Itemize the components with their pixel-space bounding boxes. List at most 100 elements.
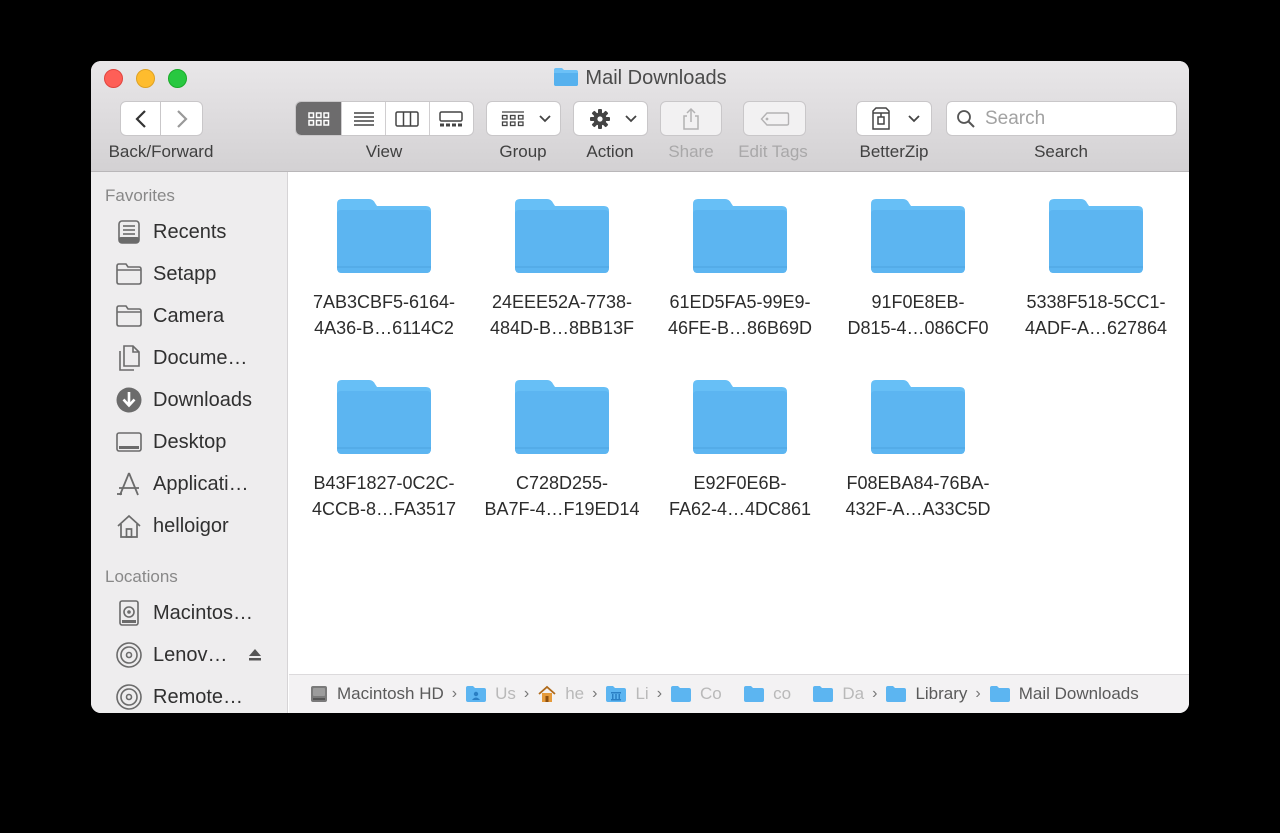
folder-name-line: 4CCB-8…FA3517 [311,499,457,519]
folder-item[interactable]: F08EBA84-76BA- 432F-A…A33C5D [829,377,1007,522]
chevron-right-icon: › [975,685,981,702]
folder-icon [871,380,965,454]
gallery-view-button[interactable] [430,102,473,135]
share-button[interactable] [660,101,722,136]
folder-icon [554,68,579,86]
folder-item[interactable]: 91F0E8EB- D815-4…086CF0 [829,196,1007,341]
chevron-right-icon: › [656,685,663,702]
path-item-co-2[interactable]: co [743,684,791,704]
path-item-label: Co [700,684,722,703]
sidebar-item-label: Setapp [153,262,217,285]
path-item-home[interactable]: he [537,684,584,704]
path-item-da[interactable]: Da [812,684,864,704]
path-item-mail-downloads[interactable]: Mail Downloads [989,684,1139,704]
downloads-icon [116,387,142,413]
eject-icon[interactable] [247,647,263,663]
path-item-label: Mail Downloads [1018,684,1139,703]
folder-name-line: 46FE-B…86B69D [667,318,813,338]
group-button[interactable] [486,101,561,136]
home-icon [117,514,141,538]
sidebar-item-documents[interactable]: Docume… [115,342,280,374]
sidebar-item-lenovo[interactable]: Lenov… [115,639,280,671]
folder-name-line: 432F-A…A33C5D [845,499,991,519]
chevron-right-icon: › [523,685,530,702]
folder-item[interactable]: 61ED5FA5-99E9- 46FE-B…86B69D [651,196,829,341]
folder-item[interactable]: 5338F518-5CC1- 4ADF-A…627864 [1007,196,1185,341]
sidebar-item-camera[interactable]: Camera [115,300,280,332]
hard-drive-icon [119,600,139,626]
sidebar-item-desktop[interactable]: Desktop [115,426,280,458]
column-view-button[interactable] [386,102,430,135]
favorites-header: Favorites [105,186,175,205]
disc-icon [116,642,142,668]
folder-name-line: 61ED5FA5-99E9- [669,292,811,312]
document-icon [119,345,140,371]
sidebar-item-remote[interactable]: Remote… [115,681,280,713]
search-field[interactable] [946,101,1177,136]
sidebar-item-applications[interactable]: Applicati… [115,468,280,500]
path-item-label: Us [495,684,516,703]
sidebar-item-macintosh-hd[interactable]: Macintos… [115,597,280,629]
folder-icon [337,380,431,454]
folder-name-line: F08EBA84-76BA- [846,473,990,493]
betterzip-label: BetterZip [859,142,929,161]
folder-item[interactable]: 7AB3CBF5-6164- 4A36-B…6114C2 [295,196,473,341]
sidebar-item-label: Docume… [153,346,248,369]
chevron-down-icon [625,114,637,122]
sidebar-item-home[interactable]: helloigor [115,510,280,542]
folder-icon [116,263,142,285]
view-segmented-control [295,101,474,136]
folder-name: C728D255- BA7F-4…F19ED14 [473,470,651,522]
folder-name: E92F0E6B- FA62-4…4DC861 [651,470,829,522]
folder-icon [693,199,787,273]
recents-icon [118,220,140,244]
sidebar-item-label: helloigor [153,514,229,537]
folder-name: 91F0E8EB- D815-4…086CF0 [829,289,1007,341]
chevron-right-icon: › [451,685,458,702]
path-bar: Macintosh HD › Us › he › Li › Co › [289,674,1189,713]
path-item-users[interactable]: Us [465,684,516,704]
folder-item[interactable]: 24EEE52A-7738- 484D-B…8BB13F [473,196,651,341]
folder-icon [744,686,765,702]
path-item-library-2[interactable]: Library [885,684,967,704]
search-input[interactable] [983,106,1172,132]
chevron-right-icon: › [592,685,598,702]
list-view-button[interactable] [342,102,386,135]
folder-item[interactable]: E92F0E6B- FA62-4…4DC861 [651,377,829,522]
sidebar-item-downloads[interactable]: Downloads [115,384,280,416]
group-icon [501,110,524,126]
path-item-library[interactable]: Li [605,684,649,704]
folder-name-line: 91F0E8EB- [871,292,965,312]
folder-item[interactable]: B43F1827-0C2C- 4CCB-8…FA3517 [295,377,473,522]
folder-icon [871,199,965,273]
path-item-co-1[interactable]: Co [670,684,722,704]
locations-header: Locations [105,567,178,586]
sidebar-item-label: Applicati… [153,472,249,495]
path-item-label: co [773,684,792,703]
icon-view-button[interactable] [296,102,343,135]
folder-icon [515,380,609,454]
folder-item[interactable]: C728D255- BA7F-4…F19ED14 [473,377,651,522]
folder-name-line: 5338F518-5CC1- [1026,292,1166,312]
folder-name-line: 24EEE52A-7738- [491,292,633,312]
users-folder-icon [466,686,487,702]
betterzip-button[interactable] [856,101,932,136]
back-button[interactable] [120,101,161,136]
action-button[interactable] [573,101,648,136]
chevron-right-icon [176,109,188,128]
sidebar-item-recents[interactable]: Recents [115,216,280,248]
folder-name: 61ED5FA5-99E9- 46FE-B…86B69D [651,289,829,341]
sidebar-item-label: Camera [153,304,225,327]
icon-grid-icon [307,111,329,126]
folder-name-line: 4ADF-A…627864 [1024,318,1168,338]
forward-button[interactable] [160,101,203,136]
gallery-icon [439,110,464,126]
sidebar-item-setapp[interactable]: Setapp [115,258,280,290]
edit-tags-button[interactable] [743,101,806,136]
folder-name-line: 484D-B…8BB13F [489,318,635,338]
file-grid: 7AB3CBF5-6164- 4A36-B…6114C2 24EEE52A-7738… [289,172,1189,674]
hard-drive-icon [311,686,327,702]
folder-name: B43F1827-0C2C- 4CCB-8…FA3517 [295,470,473,522]
path-item-macintosh-hd[interactable]: Macintosh HD [309,684,444,704]
chevron-down-icon [908,114,920,122]
